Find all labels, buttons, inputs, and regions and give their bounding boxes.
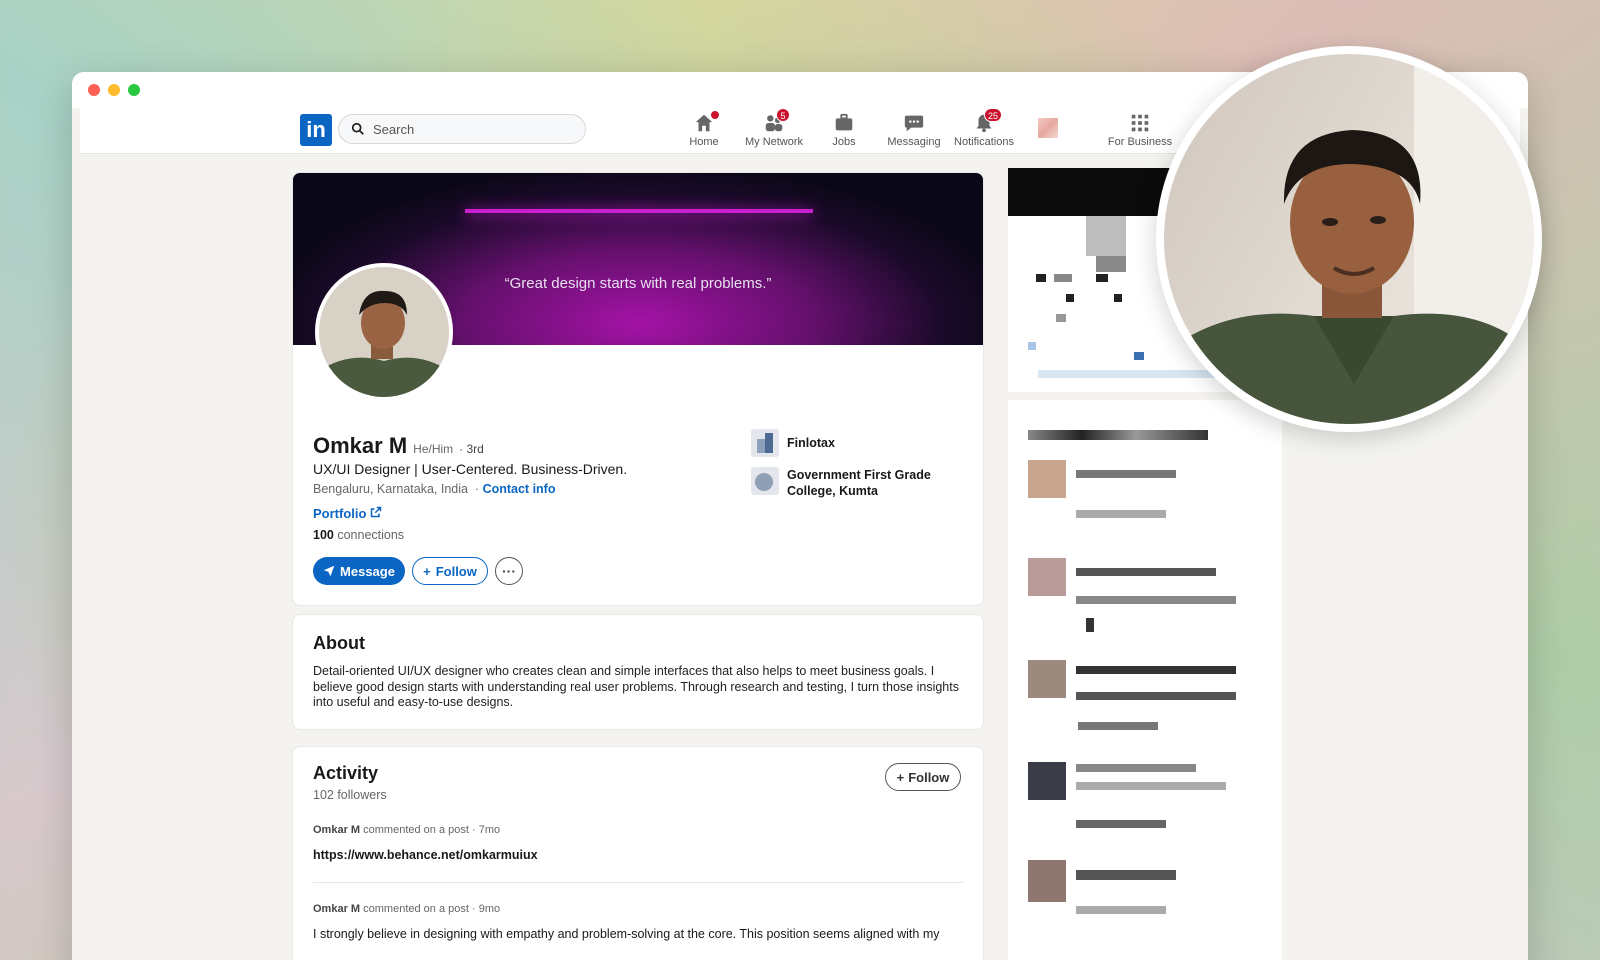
- post-body: https://www.behance.net/omkarmuiux: [313, 848, 538, 862]
- profile-side-info: Finlotax Government First Grade College,…: [751, 429, 971, 509]
- pixelated-card-people: [1008, 400, 1282, 960]
- minimize-window-button[interactable]: [108, 84, 120, 96]
- network-badge: 5: [776, 108, 790, 122]
- briefcase-icon: [835, 113, 853, 131]
- connection-degree: · 3rd: [459, 442, 484, 456]
- company-name: Finlotax: [787, 436, 835, 450]
- nav-my-network-label: My Network: [744, 136, 804, 148]
- send-icon: [323, 565, 335, 577]
- message-button[interactable]: Message: [313, 557, 405, 585]
- profile-photo[interactable]: [315, 263, 453, 401]
- current-company[interactable]: Finlotax: [751, 429, 971, 457]
- post-action: commented on a post: [363, 824, 469, 836]
- activity-post[interactable]: Omkar M commented on a post · 7mo https:…: [313, 824, 963, 862]
- close-window-button[interactable]: [88, 84, 100, 96]
- about-section: About Detail-oriented UI/UX designer who…: [292, 614, 984, 730]
- nav-messaging[interactable]: Messaging: [874, 112, 954, 148]
- home-notification-dot: [710, 110, 720, 120]
- nav-messaging-label: Messaging: [887, 136, 941, 148]
- company-logo: [751, 429, 779, 457]
- profile-photo-portrait: [319, 267, 449, 397]
- connections-label: connections: [337, 528, 405, 542]
- profile-name-row: Omkar M He/Him · 3rd: [313, 433, 484, 459]
- nav-jobs-label: Jobs: [832, 136, 856, 148]
- education-school[interactable]: Government First Grade College, Kumta: [751, 467, 971, 499]
- webcam-overlay[interactable]: [1156, 46, 1542, 432]
- nav-notifications[interactable]: 25 Notifications: [944, 108, 1024, 148]
- school-name: Government First Grade College, Kumta: [787, 468, 931, 498]
- linkedin-logo[interactable]: in: [300, 114, 332, 146]
- profile-pronouns: He/Him: [413, 442, 454, 456]
- nav-notifications-label: Notifications: [954, 136, 1014, 148]
- plus-icon: +: [423, 563, 431, 579]
- message-button-label: Message: [340, 563, 395, 579]
- school-logo: [751, 467, 779, 495]
- follow-button-label: Follow: [435, 563, 477, 579]
- activity-title: Activity: [313, 763, 379, 783]
- post-action: commented on a post: [363, 903, 469, 915]
- post-meta: Omkar M commented on a post · 7mo: [313, 824, 963, 836]
- post-time: · 7mo: [472, 824, 501, 836]
- plus-icon: +: [896, 769, 905, 785]
- external-link-icon: [370, 506, 382, 518]
- nav-home[interactable]: Home: [664, 110, 744, 148]
- notifications-badge: 25: [984, 108, 1003, 122]
- grid-icon: [1131, 114, 1149, 132]
- nav-my-network[interactable]: 5 My Network: [734, 108, 814, 148]
- post-author: Omkar M: [313, 824, 361, 836]
- profile-location: Bengaluru, Karnataka, India: [313, 482, 468, 496]
- activity-post[interactable]: Omkar M commented on a post · 9mo I stro…: [313, 903, 963, 941]
- nav-home-label: Home: [689, 136, 719, 148]
- about-title: About: [313, 633, 365, 653]
- maximize-window-button[interactable]: [128, 84, 140, 96]
- profile-card: “Great design starts with real problems.…: [292, 172, 984, 606]
- post-author: Omkar M: [313, 903, 361, 915]
- followers-count: 102 followers: [313, 788, 387, 802]
- about-text: Detail-oriented UI/UX designer who creat…: [313, 664, 959, 709]
- banner-light-bar: [465, 209, 813, 213]
- activity-follow-button[interactable]: + Follow: [885, 763, 961, 791]
- chat-icon: [904, 115, 924, 132]
- follow-button[interactable]: + Follow: [412, 557, 488, 585]
- more-actions-button[interactable]: ···: [495, 557, 523, 585]
- search-box[interactable]: Search: [338, 114, 586, 144]
- profile-headline: UX/UI Designer | User-Centered. Business…: [313, 461, 628, 477]
- portfolio-link[interactable]: Portfolio: [313, 506, 382, 521]
- activity-section: Activity 102 followers + Follow Omkar M …: [292, 746, 984, 960]
- nav-for-business-label: For Business: [1107, 136, 1173, 148]
- nav-jobs[interactable]: Jobs: [804, 112, 884, 148]
- activity-follow-label: Follow: [908, 769, 950, 785]
- profile-location-row: Bengaluru, Karnataka, India · Contact in…: [313, 482, 556, 496]
- profile-main-column: “Great design starts with real problems.…: [292, 172, 984, 960]
- me-avatar[interactable]: [1038, 118, 1058, 138]
- webcam-portrait: [1164, 54, 1534, 424]
- profile-name: Omkar M: [313, 433, 408, 458]
- post-divider: [313, 882, 963, 883]
- portfolio-label: Portfolio: [313, 506, 367, 521]
- post-body: I strongly believe in designing with emp…: [313, 927, 940, 941]
- nav-for-business[interactable]: For Business: [1092, 112, 1188, 148]
- search-input[interactable]: Search: [373, 122, 414, 137]
- post-meta: Omkar M commented on a post · 9mo: [313, 903, 963, 915]
- contact-info-link[interactable]: Contact info: [483, 482, 556, 496]
- search-icon: [351, 122, 364, 135]
- post-time: · 9mo: [472, 903, 501, 915]
- connections-count[interactable]: 100 connections: [313, 528, 404, 542]
- webcam-feed: [1164, 54, 1534, 424]
- connections-number: 100: [313, 528, 334, 542]
